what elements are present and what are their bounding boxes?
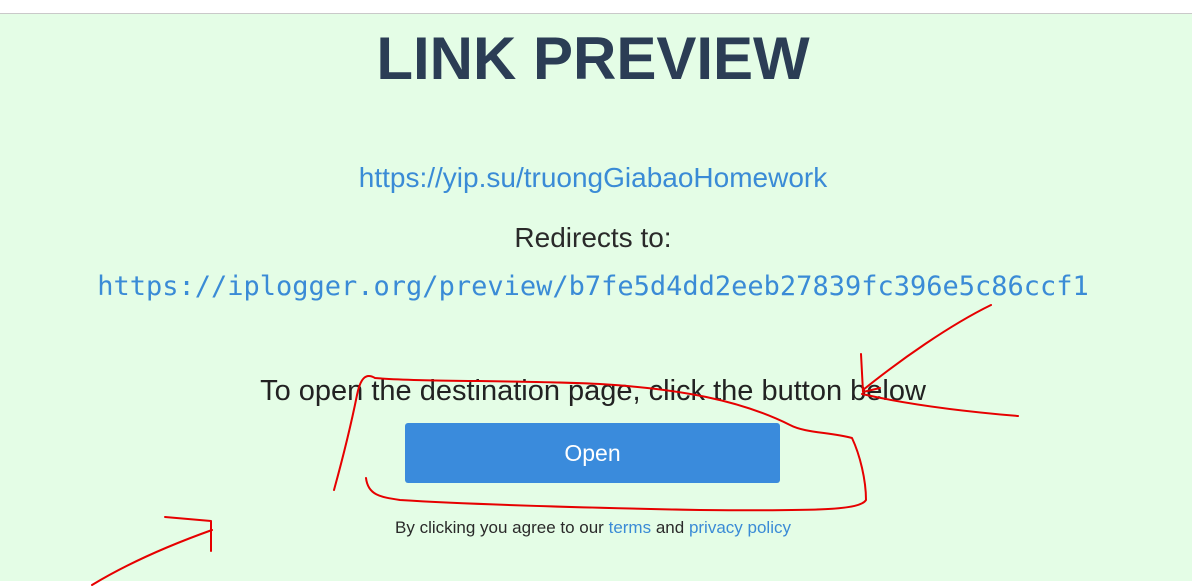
destination-link[interactable]: https://iplogger.org/preview/b7fe5d4dd2e… bbox=[0, 269, 1186, 305]
redirects-label: Redirects to: bbox=[514, 222, 672, 253]
terms-link[interactable]: terms bbox=[609, 518, 652, 537]
agreement-prefix: By clicking you agree to our bbox=[395, 518, 604, 537]
instruction-text: To open the destination page, click the … bbox=[260, 375, 926, 407]
agreement-and: and bbox=[655, 518, 685, 537]
agreement-text: By clicking you agree to our terms and p… bbox=[0, 517, 1186, 539]
page-title: LINK PREVIEW bbox=[376, 25, 810, 92]
short-link[interactable]: https://yip.su/truongGiabaoHomework bbox=[0, 160, 1186, 196]
open-button[interactable]: Open bbox=[405, 423, 780, 483]
privacy-policy-link[interactable]: privacy policy bbox=[689, 518, 791, 537]
